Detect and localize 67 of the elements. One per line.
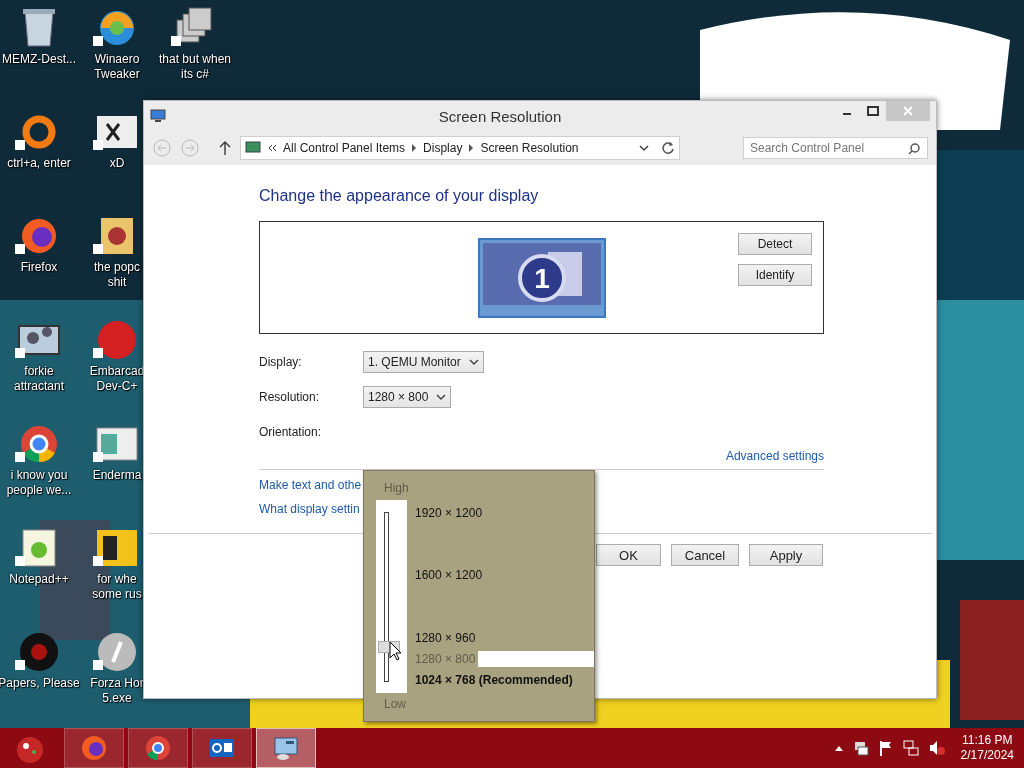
breadcrumb-arrow-icon	[411, 144, 418, 152]
breadcrumb[interactable]: All Control Panel Items	[283, 141, 406, 155]
desktop-icon-label[interactable]: MEMZ-Dest...	[2, 52, 76, 67]
advanced-settings-link[interactable]: Advanced settings	[725, 449, 824, 463]
desktop-icon-label[interactable]: forkie attractant	[14, 364, 64, 394]
clock-time[interactable]: 11:16 PM	[962, 733, 1013, 748]
breadcrumb-arrow-icon	[468, 144, 475, 152]
resolution-option[interactable]: 1920 × 1200	[415, 505, 483, 521]
search-icon	[908, 143, 920, 155]
control-panel-icon	[245, 141, 261, 155]
dropdown[interactable]: 1280 × 800	[363, 385, 452, 408]
desktop-icon-label[interactable]: ctrl+a, enter	[7, 156, 71, 171]
monitor-icon	[150, 109, 166, 123]
field-label: Orientation:	[259, 424, 323, 439]
help-link[interactable]: Make text and othe	[259, 478, 362, 492]
muted-speaker-icon[interactable]	[928, 740, 945, 756]
caret-up-icon[interactable]	[834, 745, 843, 751]
dialog-button[interactable]: Apply	[749, 544, 823, 566]
desktop-icon-label[interactable]: Firefox	[20, 260, 58, 275]
desktop-icon-label[interactable]: for whe some rus	[92, 572, 142, 602]
help-link[interactable]: What display settin	[259, 502, 360, 516]
refresh-icon[interactable]	[661, 141, 675, 155]
flag-icon[interactable]	[878, 740, 893, 756]
address-bar[interactable]: All Control Panel Items Display Screen Resolution	[240, 136, 680, 160]
high-label: High	[384, 481, 409, 495]
dialog-button[interactable]: Cancel	[671, 544, 739, 566]
chevron-down-icon	[436, 392, 447, 401]
panel-button[interactable]: Detect	[738, 233, 812, 255]
fox-globe-icon	[79, 733, 109, 763]
breadcrumb[interactable]: Display	[423, 141, 463, 155]
up-arrow-icon[interactable]	[218, 140, 232, 156]
taskbar-button[interactable]	[128, 728, 188, 768]
page-heading: Change the appearance of your display	[259, 187, 540, 206]
clock-date[interactable]: 2/17/2024	[960, 748, 1014, 763]
maximize-icon[interactable]	[867, 106, 879, 116]
dialog-button[interactable]: OK	[596, 544, 661, 566]
desktop-icon-label[interactable]: that but when its c#	[158, 52, 232, 82]
low-label: Low	[384, 697, 406, 711]
window-title: Screen Resolution	[437, 107, 563, 125]
field-label: Display:	[259, 354, 303, 369]
close-icon	[903, 106, 913, 116]
desktop-icon-label[interactable]: Winaero Tweaker	[94, 52, 140, 82]
browser-icon	[143, 733, 173, 763]
desktop-icon-label[interactable]: Notepad++	[9, 572, 69, 587]
desktop-icon-label[interactable]: Forza Hor 5.exe	[90, 676, 144, 706]
desktop-icon-label[interactable]: the popc shit	[93, 260, 140, 290]
chevron-down-icon	[468, 357, 479, 366]
breadcrumb[interactable]: Screen Resolution	[480, 141, 579, 155]
panel-button[interactable]: Identify	[738, 264, 812, 286]
chevron-down-icon	[639, 144, 649, 152]
taskbar-button[interactable]	[192, 728, 252, 768]
resolution-option[interactable]: 1024 × 768 (Recommended)	[415, 672, 573, 688]
network-computers-icon[interactable]	[852, 740, 869, 756]
desktop-icon-label[interactable]: Papers, Please	[0, 676, 80, 691]
desktop-icon-label[interactable]: xD	[109, 156, 125, 171]
resolution-option[interactable]: 1600 × 1200	[415, 567, 483, 583]
field-label: Resolution:	[259, 389, 321, 404]
double-chevron-icon	[267, 144, 277, 152]
desktop-icon-label[interactable]: Enderma	[92, 468, 142, 483]
taskbar-button[interactable]	[256, 728, 316, 768]
dropdown[interactable]: 1. QEMU Monitor	[363, 350, 484, 373]
search-field[interactable]: Search Control Panel	[743, 137, 928, 159]
monitor-icon[interactable]: 1	[477, 237, 606, 318]
network-icon[interactable]	[902, 740, 919, 756]
mouse-cursor-icon	[389, 641, 401, 661]
resolution-option[interactable]: 1280 × 960	[415, 630, 476, 646]
desktop-icon-label[interactable]: i know you people we...	[6, 468, 72, 498]
